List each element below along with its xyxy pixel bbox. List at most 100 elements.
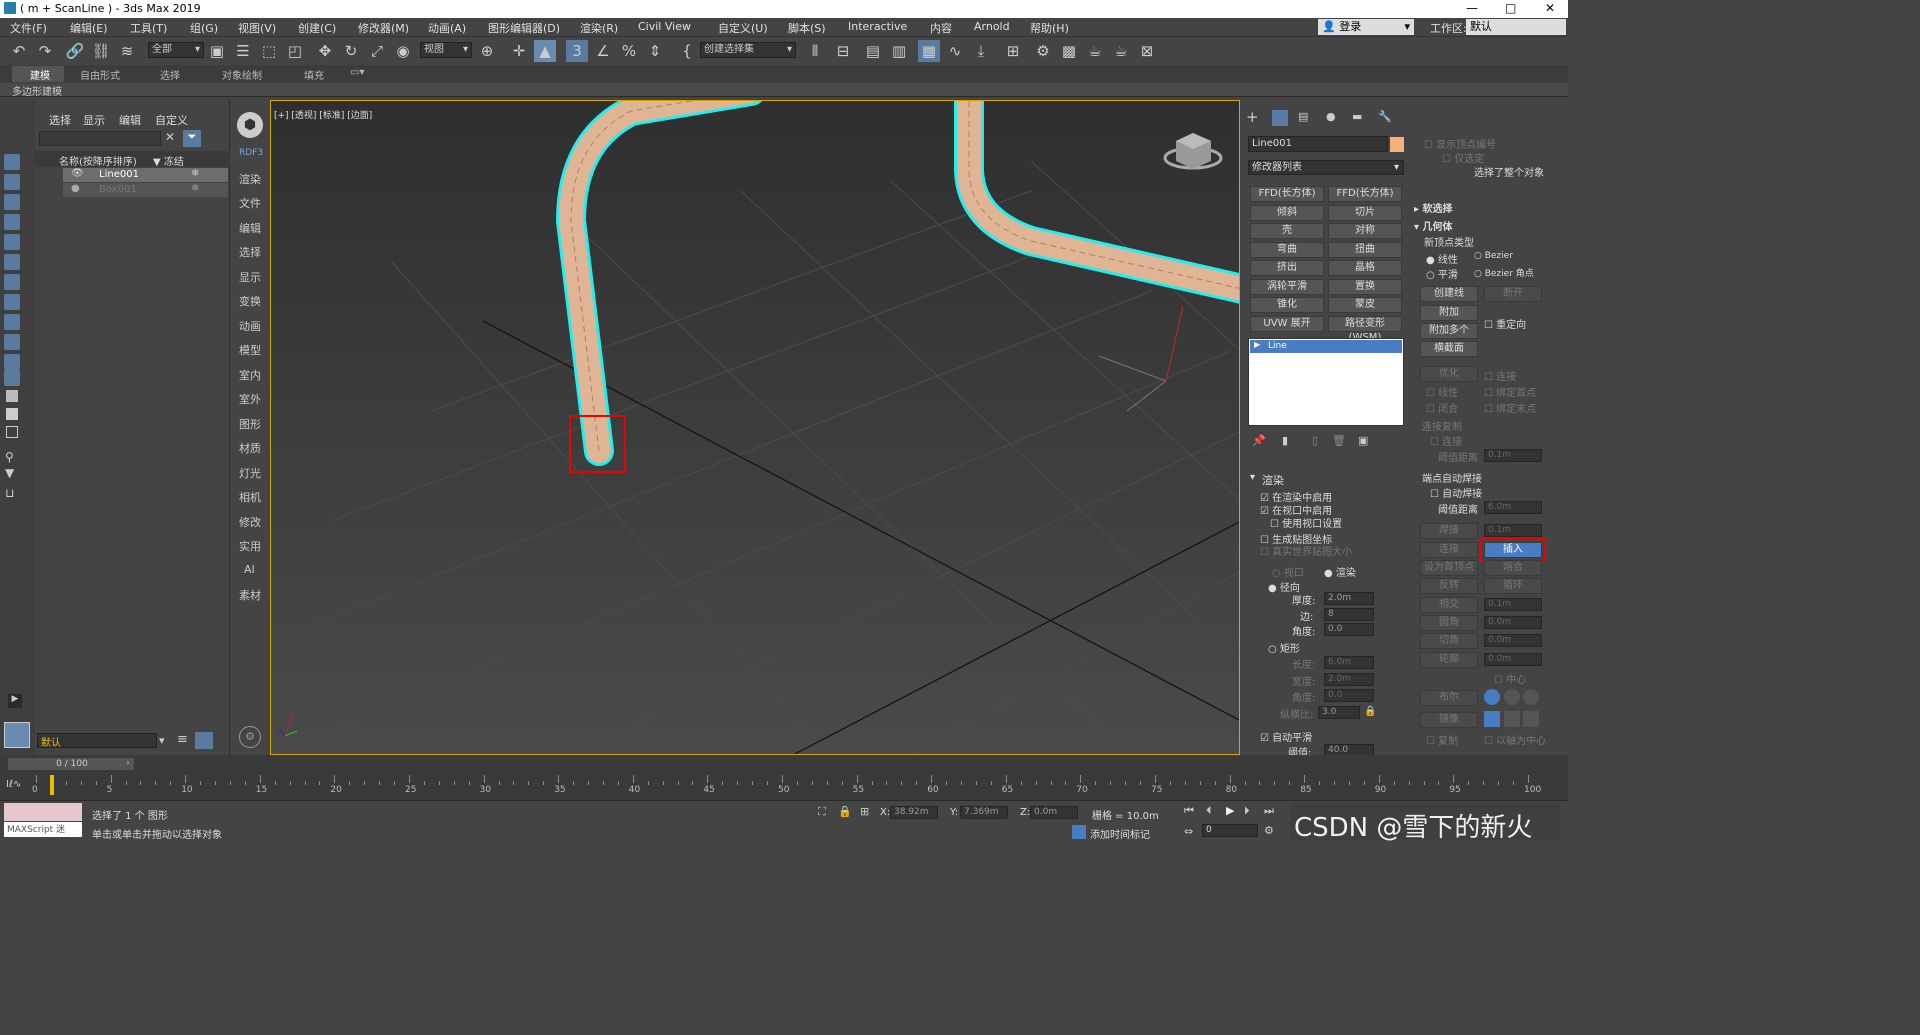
page-icon[interactable] [6, 408, 18, 420]
goto-end-icon[interactable]: ⏭ [1264, 804, 1274, 818]
table-row[interactable]: ● Box001 ❄ [63, 183, 228, 197]
window-crossing-icon[interactable]: ◰ [284, 40, 306, 62]
mod-lattice[interactable]: 晶格 [1328, 260, 1402, 276]
perspective-viewport[interactable]: [+] [透视] [标准] [边面] [270, 100, 1240, 755]
poly-modeling-label[interactable]: 多边形建模 [12, 83, 62, 98]
lock-icon[interactable]: 🔒 [1364, 706, 1376, 717]
menu-scripting[interactable]: 脚本(S) [788, 20, 826, 36]
minimize-button[interactable]: — [1466, 1, 1478, 15]
lights-icon[interactable] [4, 194, 20, 210]
close-checkbox[interactable]: ☐ 闭合 [1426, 400, 1458, 415]
move-icon[interactable]: ✥ [314, 40, 336, 62]
union-icon[interactable] [1484, 689, 1500, 705]
expand-arrow-icon[interactable]: ▶ [1254, 340, 1260, 349]
menu-arnold[interactable]: Arnold [974, 20, 1010, 33]
linear-radio[interactable]: ● 线性 [1426, 251, 1458, 266]
outline-spinner[interactable]: 0.0m [1484, 653, 1542, 666]
doc-icon[interactable] [6, 390, 18, 402]
cycle-button[interactable]: 循环 [1484, 578, 1542, 594]
menu-customize[interactable]: 自定义(U) [718, 20, 768, 36]
make-first-button[interactable]: 设为首顶点 [1420, 560, 1478, 576]
chevron-down-icon[interactable]: ▾ [159, 734, 165, 747]
pin-stack-icon[interactable]: 📌 [1252, 434, 1266, 447]
mirror-h-icon[interactable] [1484, 711, 1500, 727]
rollout-collapse-icon[interactable]: ▾ [1250, 472, 1255, 483]
maximize-button[interactable]: □ [1505, 1, 1516, 15]
intersection-icon[interactable] [1523, 689, 1539, 705]
time-config-icon[interactable]: ⚙ [1264, 824, 1274, 837]
visibility-icon[interactable]: ● [71, 183, 80, 194]
tab-modeling[interactable]: 建模 [30, 67, 50, 82]
bind-first-checkbox[interactable]: ☐ 绑定首点 [1484, 384, 1536, 399]
key-mode-toggle-icon[interactable]: ⇔ [1184, 825, 1193, 838]
cmd-model[interactable]: 模型 [239, 342, 261, 358]
mod-skin[interactable]: 蒙皮 [1328, 297, 1402, 313]
hierarchy-tab-icon[interactable]: ▤ [1298, 110, 1308, 123]
mod-ffd-box-1[interactable]: FFD(长方体) [1250, 186, 1324, 202]
tab-populate[interactable]: 填充 [304, 67, 324, 82]
percent-snap-icon[interactable]: % [618, 40, 640, 62]
bind-space-warp-icon[interactable]: ≋ [116, 40, 138, 62]
table-row[interactable]: 👁 Line001 ❄ [63, 168, 228, 182]
menu-view[interactable]: 视图(V) [238, 20, 276, 36]
cmd-light[interactable]: 灯光 [239, 465, 261, 481]
close-button[interactable]: ✕ [1545, 1, 1555, 15]
display-icon[interactable] [4, 370, 20, 386]
geometry-rollout[interactable]: ▾ 几何体 [1414, 218, 1453, 233]
cmd-render[interactable]: 渲染 [239, 171, 261, 187]
menu-civil-view[interactable]: Civil View [638, 20, 691, 33]
rendering-title[interactable]: 渲染 [1262, 472, 1284, 488]
show-end-result-icon[interactable]: ▮ [1282, 434, 1288, 447]
menu-rendering[interactable]: 渲染(R) [580, 20, 618, 36]
mirror-v-icon[interactable] [1503, 711, 1520, 727]
threshold-dist2-spinner[interactable]: 6.0m [1484, 501, 1542, 514]
viewport-layout-icon[interactable] [4, 722, 30, 748]
configure-sets-icon[interactable]: ▣ [1358, 434, 1368, 447]
angle2-spinner[interactable]: 0.0 [1324, 689, 1374, 702]
rotate-icon[interactable]: ↻ [340, 40, 362, 62]
render-setup-icon[interactable]: ⚙ [1032, 40, 1054, 62]
ribbon-toggle-icon[interactable]: ▦ [918, 40, 940, 62]
container-icon[interactable]: ⊔ [5, 486, 14, 500]
filter-icon[interactable]: ⚲ [5, 450, 14, 464]
ribbon-options-icon[interactable]: ▭▾ [350, 67, 364, 78]
play-icon[interactable]: ▶ [8, 694, 22, 708]
lock-selection-icon[interactable]: 🔒 [838, 805, 852, 818]
freeze-icon[interactable]: ❄ [191, 168, 199, 179]
select-by-name-icon[interactable]: ☰ [232, 40, 254, 62]
se-menu-customize[interactable]: 自定义 [155, 112, 188, 128]
mod-ffd-box-2[interactable]: FFD(长方体) [1328, 186, 1402, 202]
cameras-icon[interactable] [4, 214, 20, 230]
width-spinner[interactable]: 2.0m [1324, 673, 1374, 686]
a360-icon[interactable]: ⊠ [1136, 40, 1158, 62]
redo-icon[interactable]: ↷ [34, 40, 56, 62]
space-warps-icon[interactable] [4, 254, 20, 270]
cmd-edit[interactable]: 编辑 [239, 220, 261, 236]
curve-editor-icon[interactable]: ∿ [944, 40, 966, 62]
length-spinner[interactable]: 6.0m [1324, 656, 1374, 669]
cmd-utility[interactable]: 实用 [239, 538, 261, 554]
snap-toggle-icon[interactable]: 3 [566, 40, 588, 62]
material-editor-icon[interactable]: ⊞ [1002, 40, 1024, 62]
mirror-icon[interactable]: ⫴ [804, 40, 826, 62]
render-iterative-icon[interactable]: ☕ [1110, 40, 1132, 62]
reorient-checkbox[interactable]: ☐ 重定向 [1484, 316, 1526, 331]
reverse-button[interactable]: 反转 [1420, 578, 1478, 594]
menu-create[interactable]: 创建(C) [298, 20, 336, 36]
object-name-field[interactable]: Line001 [1248, 136, 1388, 152]
helpers-icon[interactable] [4, 234, 20, 250]
modifier-list-dropdown[interactable]: 修改器列表 ▾ [1248, 160, 1404, 175]
row-name-box001[interactable]: Box001 [99, 184, 137, 195]
real-world-checkbox[interactable]: ☐ 真实世界贴图大小 [1260, 543, 1352, 558]
subtract-icon[interactable] [1503, 689, 1520, 705]
tab-freeform[interactable]: 自由形式 [80, 67, 120, 82]
create-tab-icon[interactable]: + [1246, 108, 1259, 126]
bones-icon[interactable] [4, 294, 20, 310]
render-icon[interactable]: ☕ [1084, 40, 1106, 62]
menu-file[interactable]: 文件(F) [10, 20, 47, 36]
viewport-radio[interactable]: ○ 视口 [1272, 564, 1304, 579]
tools-icon[interactable] [4, 314, 20, 330]
scene-explorer-icon[interactable]: ▥ [888, 40, 910, 62]
goto-start-icon[interactable]: ⏮ [1184, 804, 1194, 818]
cmd-camera[interactable]: 相机 [239, 489, 261, 505]
